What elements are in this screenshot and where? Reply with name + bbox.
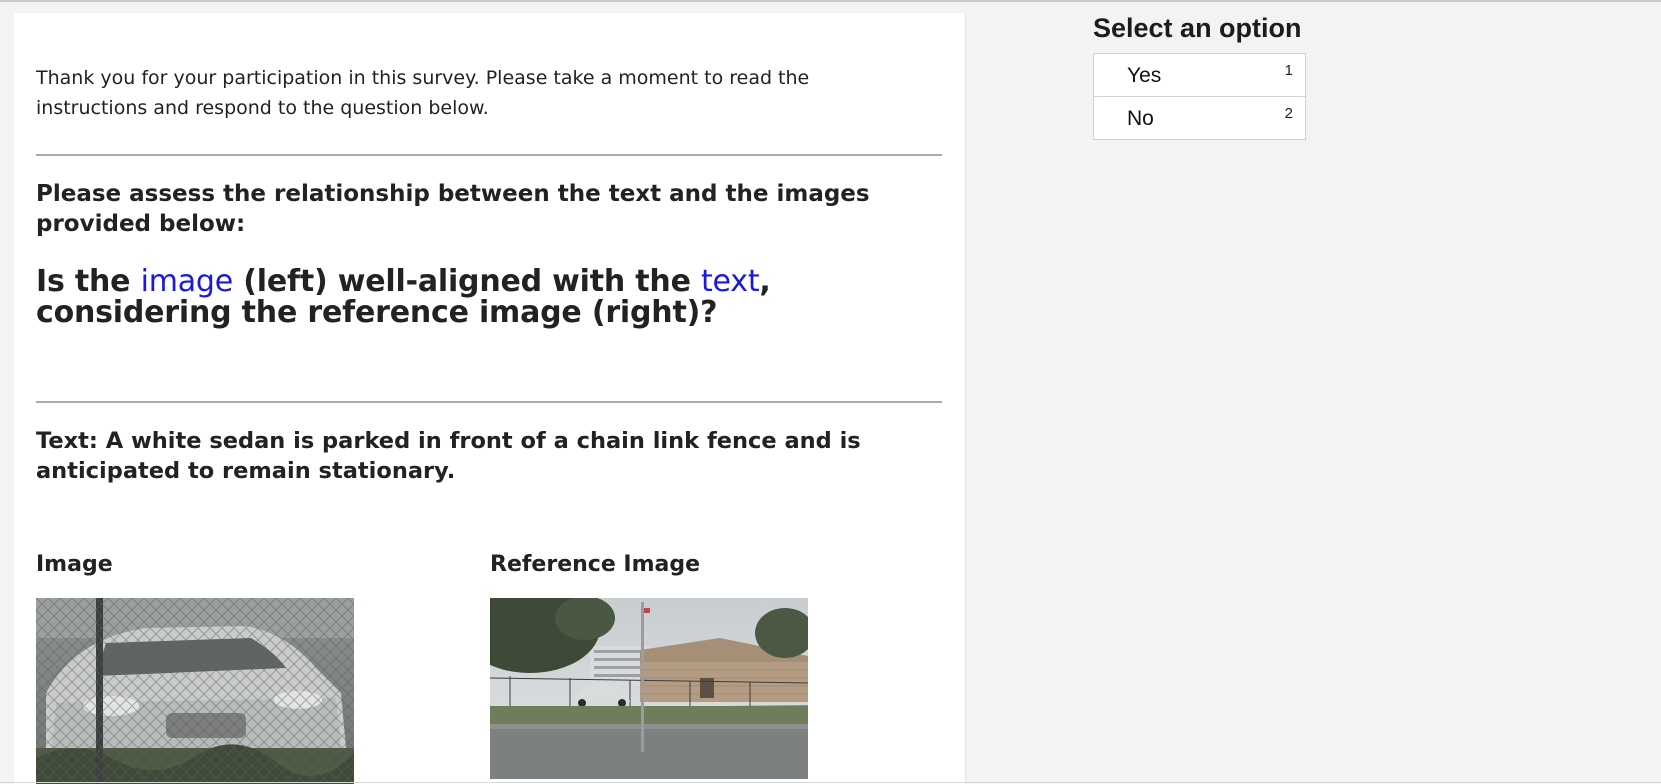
- generated-image: [36, 598, 354, 784]
- intro-text: Thank you for your participation in this…: [36, 67, 810, 119]
- question-heading: Is the image (left) well-aligned with th…: [36, 266, 946, 328]
- select-option-title: Select an option: [1093, 13, 1302, 43]
- option-label: Yes: [1127, 64, 1162, 87]
- divider: [36, 154, 942, 156]
- sedan-photo: [36, 598, 354, 784]
- option-no[interactable]: No 2: [1094, 96, 1305, 139]
- reference-image: [490, 598, 808, 779]
- option-label: No: [1127, 107, 1154, 130]
- question-highlight-text: text: [700, 264, 760, 299]
- image-label: Image: [36, 552, 113, 577]
- question-part-1: Is the: [36, 264, 141, 299]
- options-list: Yes 1 No 2: [1093, 53, 1306, 140]
- assess-instruction: Please assess the relationship between t…: [36, 181, 870, 237]
- shortcut-key: 2: [1284, 105, 1293, 122]
- reference-image-label: Reference Image: [490, 552, 701, 577]
- top-border: [0, 0, 1661, 2]
- survey-panel: Thank you for your participation in this…: [14, 13, 965, 784]
- question-highlight-image: image: [140, 264, 234, 299]
- divider: [36, 401, 942, 403]
- building-photo: [490, 598, 808, 779]
- option-yes[interactable]: Yes 1: [1094, 54, 1305, 96]
- shortcut-key: 1: [1284, 62, 1293, 79]
- caption-text: Text: A white sedan is parked in front o…: [36, 428, 861, 484]
- bottom-border: [0, 782, 1661, 783]
- question-part-2: (left) well-aligned with the: [233, 264, 701, 299]
